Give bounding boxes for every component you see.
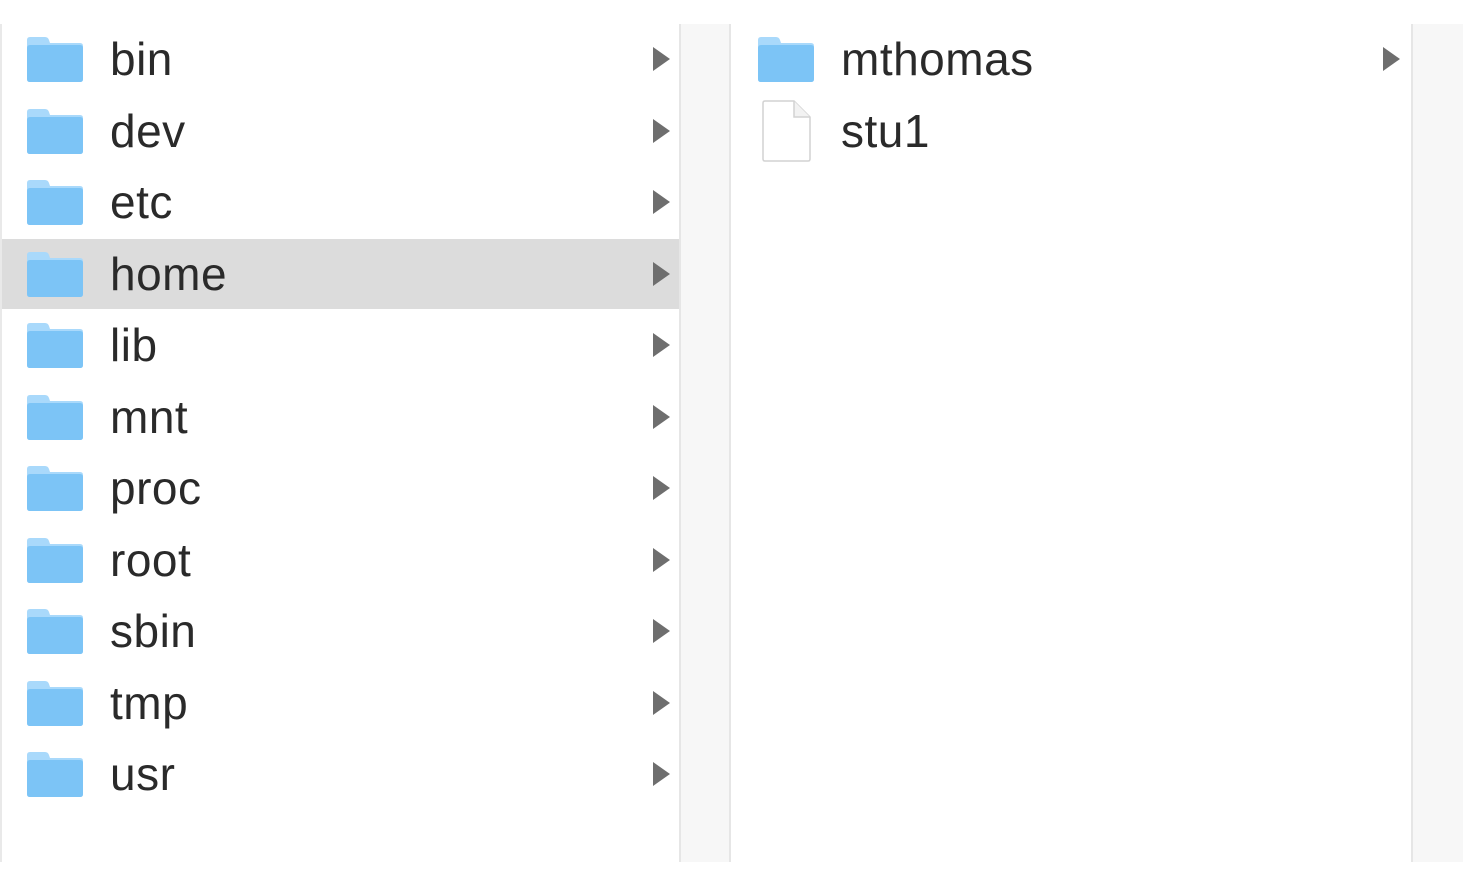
item-label: tmp (110, 677, 189, 729)
folder-icon (755, 33, 817, 85)
folder-icon (24, 534, 86, 586)
folder-icon (24, 176, 86, 228)
item-label: usr (110, 748, 176, 800)
list-item-etc[interactable]: etc (2, 167, 681, 237)
folder-icon (24, 605, 86, 657)
folder-icon (24, 391, 86, 443)
list-item-root[interactable]: root (2, 525, 681, 595)
chevron-right-icon[interactable] (649, 259, 673, 289)
list-item-tmp[interactable]: tmp (2, 668, 681, 738)
item-label: proc (110, 462, 202, 514)
column-resize-handle[interactable] (1411, 24, 1463, 862)
chevron-right-icon[interactable] (1379, 44, 1403, 74)
chevron-right-icon[interactable] (649, 116, 673, 146)
item-label: sbin (110, 605, 197, 657)
folder-icon (24, 105, 86, 157)
chevron-right-icon[interactable] (649, 473, 673, 503)
list-item-home[interactable]: home (2, 239, 681, 309)
folder-icon (24, 319, 86, 371)
list-item-mnt[interactable]: mnt (2, 382, 681, 452)
item-label: dev (110, 105, 186, 157)
chevron-right-icon[interactable] (649, 759, 673, 789)
item-label: home (110, 248, 228, 300)
item-label: bin (110, 33, 173, 85)
list-item-usr[interactable]: usr (2, 739, 681, 809)
file-icon (755, 100, 817, 162)
list-item-mthomas[interactable]: mthomas (733, 24, 1411, 94)
list-item-dev[interactable]: dev (2, 96, 681, 166)
list-item-stu1[interactable]: stu1 (733, 96, 1411, 166)
chevron-right-icon[interactable] (649, 44, 673, 74)
folder-icon (24, 248, 86, 300)
chevron-right-icon[interactable] (649, 616, 673, 646)
chevron-right-icon[interactable] (649, 330, 673, 360)
column-root: bin dev etc home lib mnt proc root sbin … (0, 24, 681, 862)
folder-icon (24, 33, 86, 85)
chevron-right-icon[interactable] (649, 688, 673, 718)
chevron-right-icon[interactable] (649, 402, 673, 432)
folder-icon (24, 748, 86, 800)
chevron-right-icon[interactable] (649, 545, 673, 575)
item-label: mnt (110, 391, 189, 443)
item-label: root (110, 534, 192, 586)
list-item-bin[interactable]: bin (2, 24, 681, 94)
folder-icon (24, 677, 86, 729)
item-label: mthomas (841, 33, 1034, 85)
column-browser: bin dev etc home lib mnt proc root sbin … (0, 0, 1480, 882)
item-label: lib (110, 319, 158, 371)
list-item-sbin[interactable]: sbin (2, 596, 681, 666)
list-item-lib[interactable]: lib (2, 310, 681, 380)
item-label: etc (110, 176, 173, 228)
column-home: mthomas stu1 (733, 24, 1411, 862)
column-resize-handle[interactable] (679, 24, 731, 862)
item-label: stu1 (841, 105, 930, 157)
chevron-right-icon[interactable] (649, 187, 673, 217)
folder-icon (24, 462, 86, 514)
list-item-proc[interactable]: proc (2, 453, 681, 523)
